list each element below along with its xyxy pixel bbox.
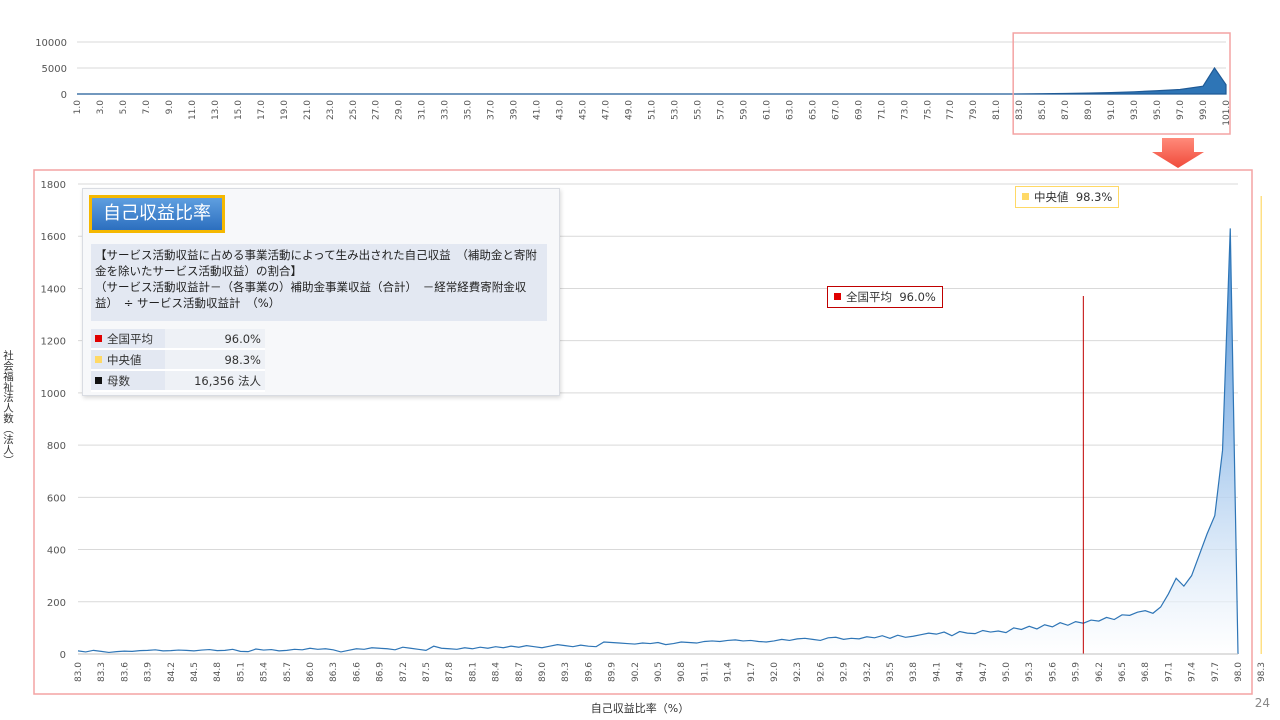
x-tick-label: 95.3 — [1025, 662, 1035, 682]
stat-label: 母数 — [107, 373, 130, 388]
red-square-icon — [834, 293, 841, 300]
x-tick-label: 92.6 — [816, 662, 826, 682]
yellow-square-icon — [1022, 193, 1029, 200]
page-number: 24 — [1254, 696, 1270, 710]
x-tick-label: 83.0 — [74, 662, 84, 682]
x-tick-label: 89.0 — [538, 662, 548, 682]
x-tick-label: 85.1 — [236, 662, 246, 682]
x-tick-label: 87.2 — [399, 662, 409, 682]
stat-row-count: 母数 16,356 法人 — [91, 370, 265, 392]
y-tick-label: 1800 — [41, 180, 66, 191]
x-tick-label: 84.5 — [190, 662, 200, 682]
stat-value: 98.3% — [165, 349, 265, 371]
average-callout-value: 96.0% — [899, 290, 936, 304]
x-tick-label: 93.5 — [886, 662, 896, 682]
x-tick-label: 89.3 — [561, 662, 571, 682]
x-tick-label: 92.3 — [793, 662, 803, 682]
red-square-icon — [95, 334, 102, 342]
average-callout-label: 全国平均 — [846, 290, 892, 304]
x-tick-label: 94.4 — [956, 662, 966, 682]
stat-row-average: 全国平均 96.0% — [91, 329, 265, 350]
y-tick-label: 200 — [47, 598, 66, 609]
info-title: 自己収益比率 — [89, 195, 225, 233]
x-tick-label: 94.7 — [979, 662, 989, 682]
x-tick-label: 96.2 — [1095, 662, 1105, 682]
x-tick-label: 96.5 — [1118, 662, 1128, 682]
x-tick-label: 92.0 — [770, 662, 780, 682]
x-tick-label: 96.8 — [1141, 662, 1151, 682]
x-tick-label: 97.1 — [1164, 662, 1174, 682]
y-tick-label: 800 — [47, 441, 66, 452]
stat-value: 96.0% — [165, 329, 265, 350]
median-callout: 中央値 98.3% — [1015, 186, 1120, 208]
average-callout: 全国平均 96.0% — [827, 286, 943, 308]
x-tick-label: 86.0 — [306, 662, 316, 682]
x-tick-label: 90.5 — [654, 662, 664, 682]
x-tick-label: 91.4 — [724, 662, 734, 682]
x-tick-label: 87.8 — [445, 662, 455, 682]
x-tick-label: 95.6 — [1048, 662, 1058, 682]
black-square-icon — [95, 376, 102, 384]
info-panel: 自己収益比率 【サービス活動収益に占める事業活動によって生み出された自己収益 （… — [82, 188, 560, 396]
stat-value: 16,356 法人 — [165, 370, 265, 392]
x-tick-label: 85.4 — [260, 662, 270, 682]
x-tick-label: 93.8 — [909, 662, 919, 682]
x-tick-label: 85.7 — [283, 662, 293, 682]
x-tick-label: 89.9 — [608, 662, 618, 682]
y-tick-label: 600 — [47, 493, 66, 504]
x-tick-label: 84.8 — [213, 662, 223, 682]
info-description: 【サービス活動収益に占める事業活動によって生み出された自己収益 （補助金と寄附金… — [91, 244, 547, 321]
x-tick-label: 86.6 — [352, 662, 362, 682]
x-tick-label: 83.6 — [120, 662, 130, 682]
x-tick-label: 98.3 — [1257, 662, 1267, 682]
y-tick-label: 1600 — [41, 232, 66, 243]
y-axis-label: 社会福祉法人数（法人） — [2, 350, 14, 466]
median-callout-label: 中央値 — [1034, 190, 1069, 204]
y-tick-label: 1000 — [41, 389, 66, 400]
median-callout-value: 98.3% — [1075, 190, 1113, 204]
stat-label: 中央値 — [107, 352, 142, 367]
x-tick-label: 88.4 — [492, 662, 502, 682]
x-tick-label: 98.0 — [1234, 662, 1244, 682]
x-tick-label: 97.7 — [1211, 662, 1221, 682]
x-tick-label: 91.1 — [700, 662, 710, 682]
stat-label: 全国平均 — [107, 331, 153, 346]
x-tick-label: 94.1 — [932, 662, 942, 682]
x-tick-label: 93.2 — [863, 662, 873, 682]
y-tick-label: 1200 — [41, 337, 66, 348]
x-tick-label: 88.7 — [515, 662, 525, 682]
stats-table: 全国平均 96.0% 中央値 98.3% 母数 16,356 法人 — [91, 329, 265, 392]
x-tick-label: 87.5 — [422, 662, 432, 682]
x-axis-label: 自己収益比率（%） — [590, 702, 690, 715]
x-tick-label: 83.3 — [97, 662, 107, 682]
stat-row-median: 中央値 98.3% — [91, 349, 265, 371]
y-tick-label: 400 — [47, 546, 66, 557]
x-tick-label: 90.8 — [677, 662, 687, 682]
x-tick-label: 84.2 — [167, 662, 177, 682]
x-tick-label: 95.9 — [1072, 662, 1082, 682]
x-tick-label: 86.3 — [329, 662, 339, 682]
yellow-square-icon — [95, 355, 102, 363]
x-tick-label: 89.6 — [584, 662, 594, 682]
x-tick-label: 92.9 — [840, 662, 850, 682]
x-tick-label: 97.4 — [1188, 662, 1198, 682]
x-tick-label: 95.0 — [1002, 662, 1012, 682]
x-tick-label: 88.1 — [468, 662, 478, 682]
x-tick-label: 86.9 — [376, 662, 386, 682]
y-tick-label: 1400 — [41, 284, 66, 295]
x-tick-label: 83.9 — [144, 662, 154, 682]
x-tick-label: 90.2 — [631, 662, 641, 682]
y-tick-label: 0 — [60, 650, 66, 661]
x-tick-label: 91.7 — [747, 662, 757, 682]
